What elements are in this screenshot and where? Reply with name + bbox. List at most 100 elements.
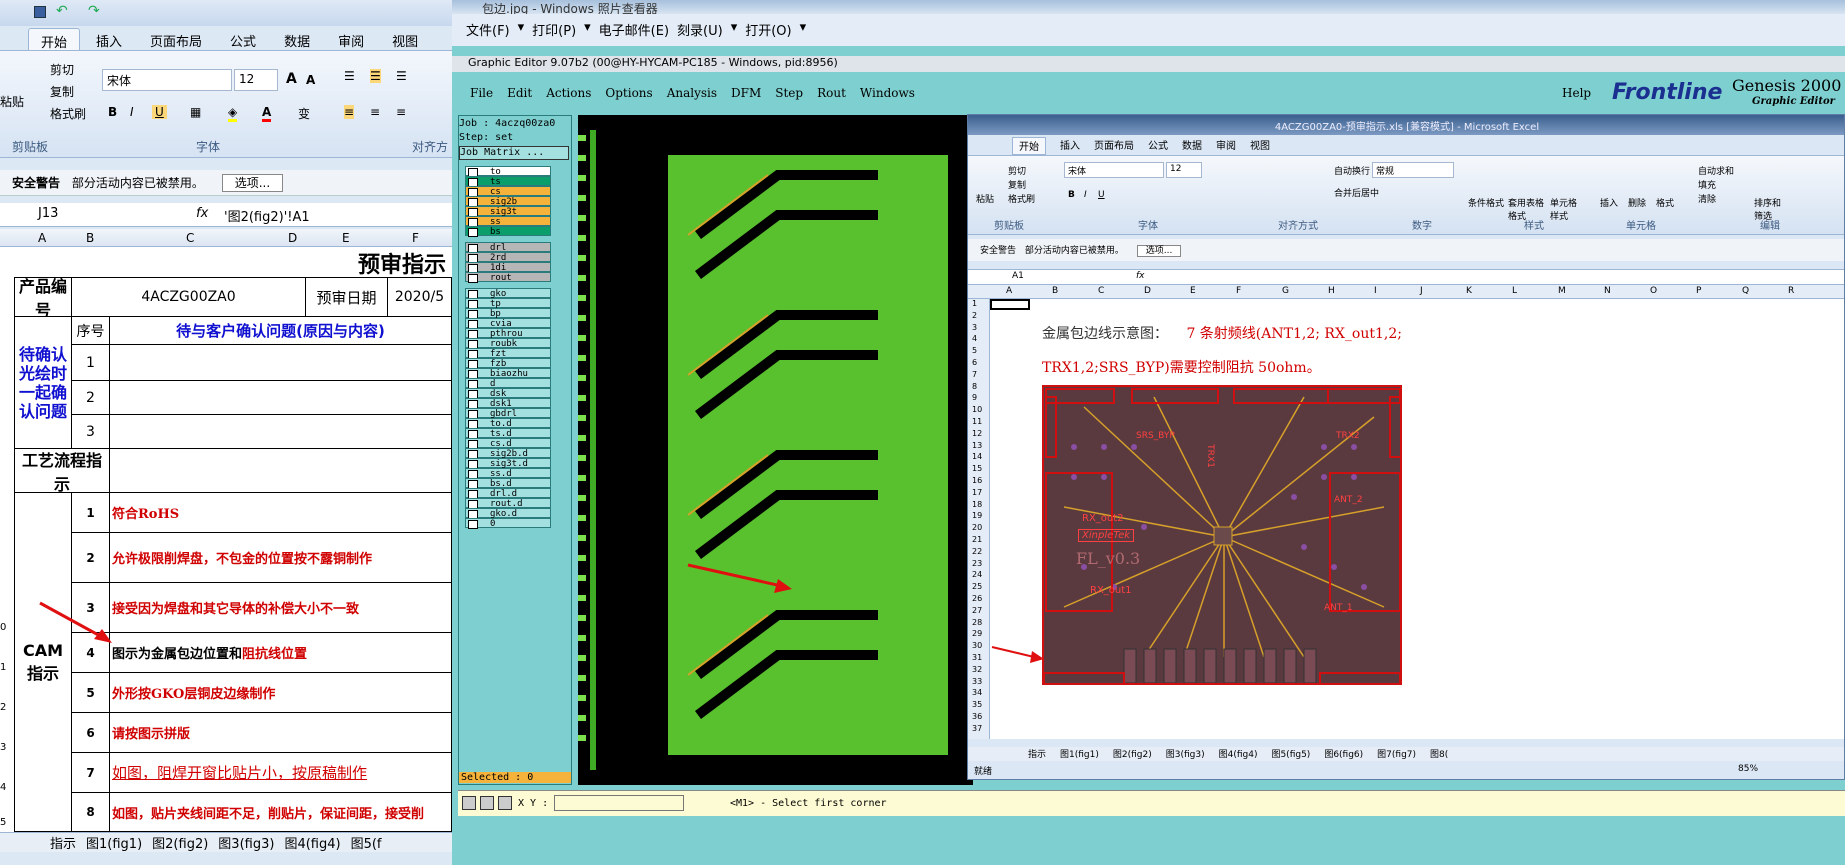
row-header[interactable]: 9 xyxy=(972,393,977,402)
paste-button[interactable]: 粘贴 xyxy=(0,93,24,110)
font-size-select[interactable]: 12 xyxy=(234,69,278,91)
layer-item[interactable]: pthrou xyxy=(465,328,551,339)
row-header[interactable]: 3 xyxy=(972,323,977,332)
row-header[interactable]: 33 xyxy=(972,677,982,686)
row-header[interactable]: 17 xyxy=(972,488,982,497)
copy-button[interactable]: 复制 xyxy=(1008,178,1026,191)
layer-item[interactable]: drl.d xyxy=(465,488,551,499)
column-header[interactable]: J xyxy=(1420,286,1423,296)
zoom-level[interactable]: 85% xyxy=(1738,764,1758,774)
menu-edit[interactable]: Edit xyxy=(507,86,532,112)
pcb-canvas[interactable] xyxy=(578,115,973,785)
row-header[interactable]: 35 xyxy=(972,700,982,709)
cut-button[interactable]: 剪切 xyxy=(50,61,74,78)
row-header[interactable]: 31 xyxy=(972,653,982,662)
pcb-image[interactable]: SRS_BYP TRX1 TRX2 ANT_2 RX_out2 XinpleTe… xyxy=(1042,385,1402,685)
sheet-tab[interactable]: 指示 xyxy=(1028,747,1046,761)
sheet-tab[interactable]: 图2(fig2) xyxy=(152,833,208,852)
row-header[interactable]: 15 xyxy=(972,464,982,473)
row-header[interactable]: 32 xyxy=(972,665,982,674)
cam-row-text[interactable]: 外形按GKO层铜皮边缘制作 xyxy=(110,673,452,713)
row-header[interactable]: 29 xyxy=(972,629,982,638)
layer-item[interactable]: 2rd xyxy=(465,252,551,263)
font-color-icon[interactable]: A xyxy=(262,105,272,122)
row-header[interactable]: 34 xyxy=(972,688,982,697)
row-header[interactable]: 23 xyxy=(972,559,982,568)
font-size-select[interactable]: 12 xyxy=(1166,162,1202,178)
security-options-button[interactable]: 选项... xyxy=(221,174,284,192)
help-menu[interactable]: Help xyxy=(1562,86,1591,100)
sheet-tab[interactable]: 指示 xyxy=(20,833,76,852)
tab-insert[interactable]: 插入 xyxy=(84,28,134,50)
row-header[interactable]: 11 xyxy=(972,417,982,426)
align-top-icon[interactable]: ☰ xyxy=(344,69,355,83)
column-header[interactable]: G xyxy=(1282,286,1289,296)
sheet-tab[interactable]: 图3(fig3) xyxy=(218,833,274,852)
layer-item[interactable]: roubk xyxy=(465,338,551,349)
cam-row-text[interactable]: 图示为金属包边位置和 阻抗线位置 xyxy=(110,633,452,673)
row-header[interactable]: 10 xyxy=(972,405,982,414)
italic-button[interactable]: I xyxy=(130,105,134,119)
row-header[interactable]: 21 xyxy=(972,535,982,544)
layer-item[interactable]: rout xyxy=(465,272,551,283)
row-header[interactable]: 5 xyxy=(972,346,977,355)
format-painter-button[interactable]: 格式刷 xyxy=(50,105,86,122)
tab-formulas[interactable]: 公式 xyxy=(1148,137,1168,155)
underline-button[interactable]: U xyxy=(152,105,167,119)
layer-item[interactable]: 1di xyxy=(465,262,551,273)
layer-item[interactable]: bs xyxy=(465,226,551,237)
pending-row-content[interactable] xyxy=(110,415,452,449)
active-cell[interactable] xyxy=(990,299,1030,310)
layer-item[interactable]: sig2b.d xyxy=(465,448,551,459)
layer-item[interactable]: sig3t xyxy=(465,206,551,217)
underline-button[interactable]: U xyxy=(1098,190,1105,200)
column-header[interactable]: R xyxy=(1788,286,1794,296)
fx-icon[interactable]: fx xyxy=(1136,271,1145,281)
tab-home[interactable]: 开始 xyxy=(28,28,81,51)
pending-row-content[interactable] xyxy=(110,381,452,415)
layer-item[interactable]: dsk1 xyxy=(465,398,551,409)
tab-insert[interactable]: 插入 xyxy=(1060,137,1080,155)
format-button[interactable]: 格式 xyxy=(1656,196,1674,209)
tab-review[interactable]: 审阅 xyxy=(1216,137,1236,155)
tab-review[interactable]: 审阅 xyxy=(326,28,376,50)
save-icon[interactable] xyxy=(34,6,46,18)
align-bottom-icon[interactable]: ☰ xyxy=(396,69,407,83)
redo-icon[interactable]: ↷ xyxy=(88,3,100,19)
tab-formulas[interactable]: 公式 xyxy=(218,28,268,50)
security-options-button[interactable]: 选项... xyxy=(1136,245,1182,257)
bold-button[interactable]: B xyxy=(108,105,117,119)
sheet-tab[interactable]: 图4(fig4) xyxy=(1219,747,1258,761)
tab-page-layout[interactable]: 页面布局 xyxy=(138,28,214,50)
row-header[interactable]: 16 xyxy=(972,476,982,485)
row-header[interactable]: 14 xyxy=(972,452,982,461)
row-header[interactable]: 37 xyxy=(972,724,982,733)
sheet-tab[interactable]: 图2(fig2) xyxy=(1113,747,1152,761)
layer-item[interactable]: bs.d xyxy=(465,478,551,489)
align-center-icon[interactable]: ≡ xyxy=(370,105,380,119)
column-header[interactable]: B xyxy=(86,231,94,245)
layer-item[interactable]: 0 xyxy=(465,518,551,529)
layer-item[interactable]: to.d xyxy=(465,418,551,429)
delete-button[interactable]: 删除 xyxy=(1628,196,1646,209)
layer-item[interactable]: gko xyxy=(465,288,551,299)
tab-data[interactable]: 数据 xyxy=(1182,137,1202,155)
layer-item[interactable]: cs.d xyxy=(465,438,551,449)
sheet-tab[interactable]: 图5(fig5) xyxy=(1271,747,1310,761)
row-header[interactable]: 24 xyxy=(972,570,982,579)
pending-row-content[interactable] xyxy=(110,345,452,381)
row-header[interactable]: 6 xyxy=(972,358,977,367)
row-header[interactable]: 18 xyxy=(972,500,982,509)
column-header[interactable]: K xyxy=(1466,286,1472,296)
column-header[interactable]: E xyxy=(1190,286,1196,296)
sheet-tab[interactable]: 图1(fig1) xyxy=(86,833,142,852)
tab-home[interactable]: 开始 xyxy=(1012,137,1046,155)
name-box[interactable]: A1 xyxy=(1012,271,1024,281)
process-content[interactable] xyxy=(110,449,452,493)
layer-item[interactable]: gbdrl xyxy=(465,408,551,419)
sheet-tab[interactable]: 图3(fig3) xyxy=(1166,747,1205,761)
layer-item[interactable]: fzb xyxy=(465,358,551,369)
layer-item[interactable]: ts.d xyxy=(465,428,551,439)
layer-item[interactable]: tp xyxy=(465,298,551,309)
layer-item[interactable]: sig2b xyxy=(465,196,551,207)
